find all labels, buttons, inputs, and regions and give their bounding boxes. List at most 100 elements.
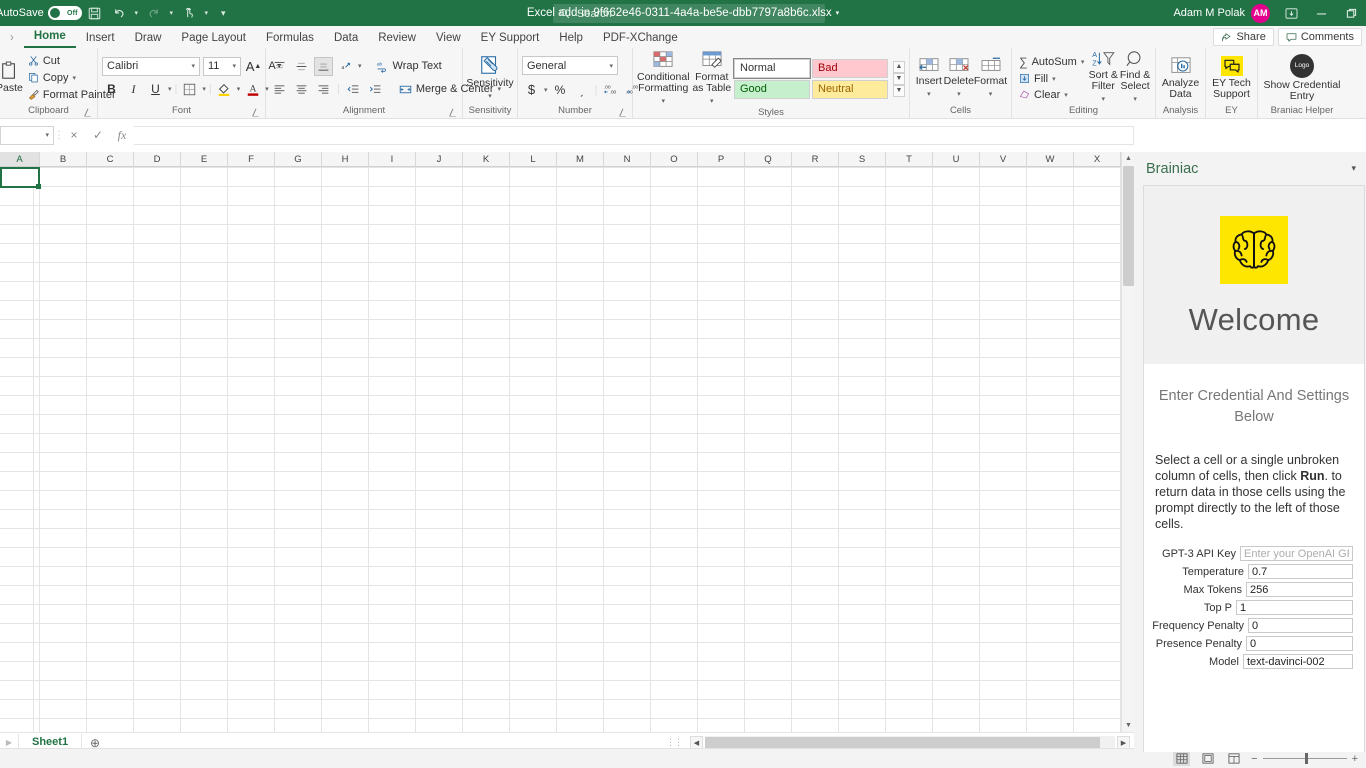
ribbon-display-options-icon[interactable] [1276, 0, 1306, 26]
normal-view-icon[interactable] [1173, 751, 1191, 766]
orientation-dropdown-icon[interactable]: ▾ [358, 62, 362, 70]
tab-home[interactable]: Home [23, 28, 76, 48]
borders-button[interactable] [180, 80, 199, 99]
column-header-J[interactable]: J [416, 152, 463, 167]
avatar[interactable]: AM [1251, 3, 1270, 23]
underline-dropdown-icon[interactable]: ▾ [168, 85, 172, 93]
ey-tech-support-button[interactable]: EY Tech Support [1210, 55, 1253, 100]
confirm-entry-icon[interactable]: ✓ [86, 125, 110, 145]
font-color-button[interactable]: A [243, 80, 262, 99]
bold-button[interactable]: B [102, 80, 121, 99]
column-header-H[interactable]: H [322, 152, 369, 167]
format-as-table-button[interactable]: Format as Table ▾ [692, 50, 732, 107]
fill-button[interactable]: Fill ▾ [1016, 72, 1087, 86]
tab-review[interactable]: Review [368, 30, 426, 48]
column-header-T[interactable]: T [886, 152, 933, 167]
sheet-nav-previous-icon[interactable]: ▶ [0, 738, 18, 747]
comma-format-button[interactable]: ͵ [573, 80, 592, 99]
tab-ey-support[interactable]: EY Support [471, 30, 550, 48]
font-size-combobox[interactable]: 11 ▾ [203, 56, 241, 76]
font-name-combobox[interactable]: Calibri ▾ [102, 56, 200, 76]
column-header-D[interactable]: D [134, 152, 181, 167]
name-box-dropdown-icon[interactable]: ▾ [45, 131, 49, 139]
cell-styles-scroll-down[interactable]: ▼ [893, 72, 905, 85]
zoom-knob[interactable] [1304, 753, 1308, 764]
align-center-button[interactable] [292, 80, 311, 99]
number-dialog-launcher[interactable]: ⎳ [619, 108, 626, 118]
cell-styles-more[interactable]: ▼ [893, 84, 905, 97]
increase-indent-button[interactable] [366, 80, 385, 99]
percent-format-button[interactable]: % [551, 80, 570, 99]
tab-data[interactable]: Data [324, 30, 368, 48]
model-input[interactable] [1243, 654, 1353, 669]
find-select-dropdown-icon[interactable]: ▾ [1133, 94, 1137, 105]
touch-mode-dropdown-icon[interactable]: ▾ [202, 9, 211, 17]
column-header-K[interactable]: K [463, 152, 510, 167]
copy-dropdown-icon[interactable]: ▾ [73, 74, 77, 82]
zoom-out-button[interactable]: − [1251, 753, 1257, 765]
column-header-N[interactable]: N [604, 152, 651, 167]
fill-handle[interactable] [36, 184, 41, 189]
search-box[interactable]: Search [553, 4, 825, 23]
format-cells-button[interactable]: Format ▾ [974, 56, 1007, 100]
formula-input[interactable] [134, 125, 1134, 145]
column-header-A[interactable]: A [0, 152, 40, 167]
restore-window-icon[interactable] [1336, 0, 1366, 26]
column-header-B[interactable]: B [40, 152, 87, 167]
selected-cell-a1[interactable] [0, 167, 41, 189]
analyze-data-button[interactable]: Analyze Data [1160, 56, 1201, 100]
column-header-O[interactable]: O [651, 152, 698, 167]
fill-color-dropdown-icon[interactable]: ▾ [237, 85, 241, 93]
column-header-E[interactable]: E [181, 152, 228, 167]
borders-dropdown-icon[interactable]: ▾ [202, 85, 206, 93]
number-format-dropdown-icon[interactable]: ▾ [609, 62, 613, 70]
number-format-combobox[interactable]: General ▾ [522, 56, 618, 75]
name-box[interactable]: ▾ [0, 125, 54, 145]
page-layout-view-icon[interactable] [1199, 751, 1216, 766]
autosum-dropdown-icon[interactable]: ▾ [1081, 58, 1085, 66]
fill-dropdown-icon[interactable]: ▾ [1052, 75, 1056, 83]
conditional-formatting-dropdown-icon[interactable]: ▾ [662, 96, 666, 107]
undo-dropdown-icon[interactable]: ▾ [132, 9, 141, 17]
italic-button[interactable]: I [124, 80, 143, 99]
minimize-window-icon[interactable] [1306, 0, 1336, 26]
column-header-S[interactable]: S [839, 152, 886, 167]
font-size-dropdown-icon[interactable]: ▾ [232, 62, 236, 70]
align-middle-button[interactable] [292, 57, 311, 76]
horizontal-scroll-thumb[interactable] [705, 737, 1100, 748]
cell-style-bad[interactable]: Bad [812, 58, 888, 78]
autosave-switch[interactable]: Off [47, 6, 82, 20]
font-name-dropdown-icon[interactable]: ▾ [191, 62, 195, 70]
redo-icon[interactable] [143, 2, 165, 24]
cell-styles-scroll-up[interactable]: ▲ [893, 60, 905, 73]
autosave-toggle[interactable]: AutoSave Off [0, 6, 82, 20]
tab-page-layout[interactable]: Page Layout [171, 30, 256, 48]
clear-dropdown-icon[interactable]: ▾ [1064, 91, 1068, 99]
vertical-scrollbar[interactable]: ▲ ▼ [1121, 152, 1134, 732]
vertical-scroll-thumb[interactable] [1123, 166, 1134, 286]
undo-icon[interactable] [108, 2, 130, 24]
save-icon[interactable] [84, 2, 106, 24]
tab-pdf-xchange[interactable]: PDF-XChange [593, 30, 688, 48]
increase-decimal-button[interactable]: .00.00 [600, 80, 619, 99]
cell-style-good[interactable]: Good [734, 79, 810, 99]
sensitivity-dropdown-icon[interactable]: ▾ [488, 91, 492, 102]
decrease-indent-button[interactable] [344, 80, 363, 99]
fill-color-button[interactable] [215, 80, 234, 99]
autosum-button[interactable]: ∑ AutoSum ▾ [1016, 54, 1087, 70]
orientation-button[interactable]: a [336, 57, 355, 76]
user-account[interactable]: Adam M Polak AM [1173, 3, 1276, 23]
underline-button[interactable]: U [146, 80, 165, 99]
align-left-button[interactable] [270, 80, 289, 99]
currency-dropdown-icon[interactable]: ▾ [544, 86, 548, 94]
align-top-button[interactable] [270, 57, 289, 76]
increase-font-size-button[interactable]: A ▲ [244, 57, 263, 76]
worksheet-grid[interactable]: A B C D E F G H I J K L M N O P Q R S T … [0, 152, 1134, 732]
show-credential-entry-button[interactable]: Logo Show Credential Entry [1262, 53, 1342, 102]
gpt3-api-key-input[interactable] [1240, 546, 1353, 561]
column-header-L[interactable]: L [510, 152, 557, 167]
tab-help[interactable]: Help [549, 30, 593, 48]
cell-style-neutral[interactable]: Neutral [812, 79, 888, 99]
clipboard-dialog-launcher[interactable]: ⎳ [84, 108, 91, 118]
presence-penalty-input[interactable] [1246, 636, 1353, 651]
